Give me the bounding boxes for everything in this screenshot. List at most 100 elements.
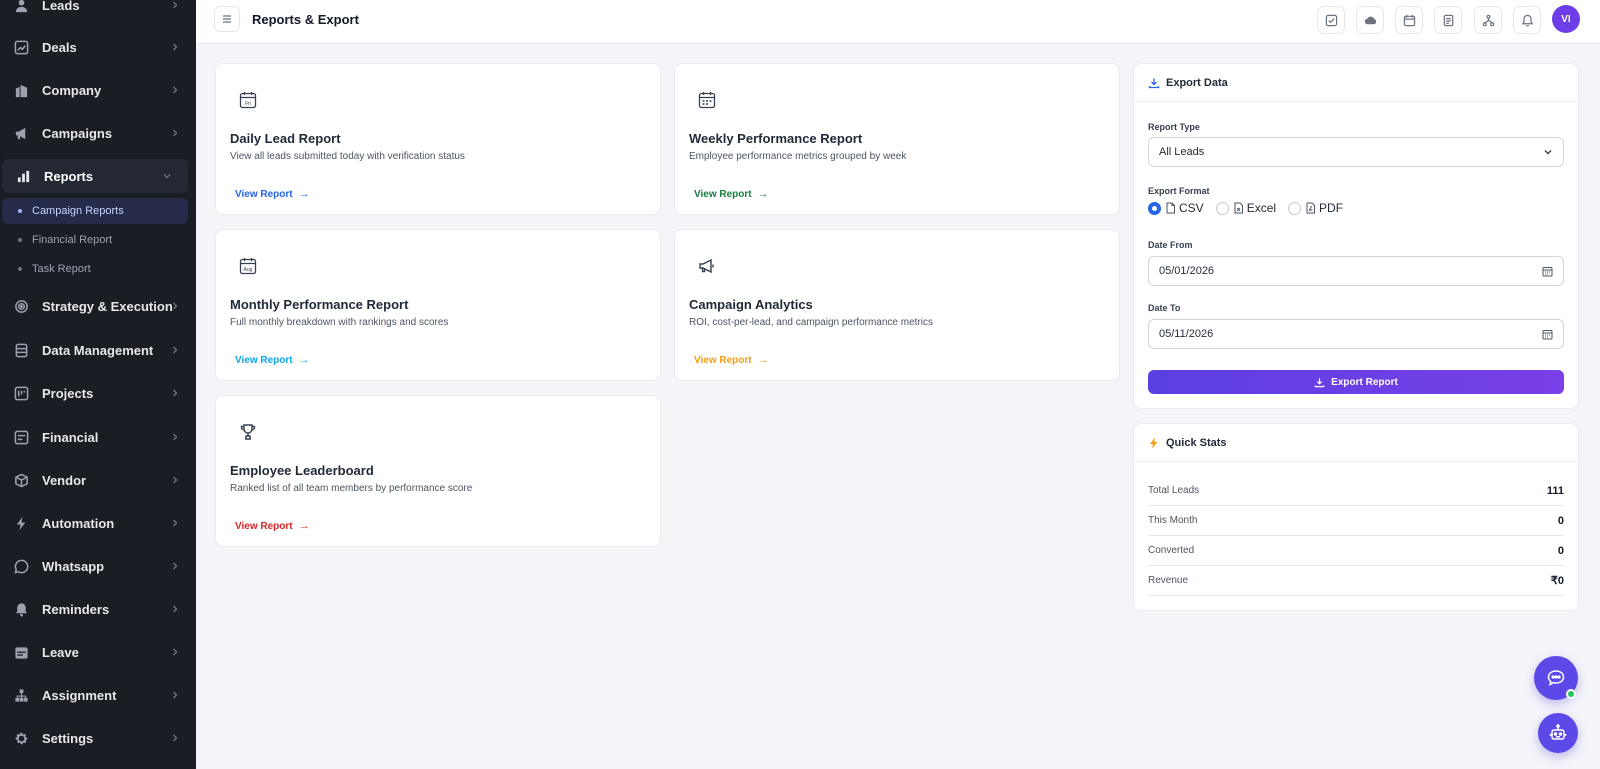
sidebar-item-automation[interactable]: Automation bbox=[0, 506, 196, 540]
notifications-button[interactable] bbox=[1513, 6, 1541, 34]
export-data-panel: Export Data Report Type All Leads Export… bbox=[1133, 63, 1579, 409]
chevron-right-icon bbox=[173, 605, 178, 613]
calendar-month-icon: Aug bbox=[238, 256, 258, 276]
sidebar-subitem-task-report[interactable]: Task Report bbox=[2, 256, 188, 282]
menu-toggle-button[interactable] bbox=[214, 6, 240, 32]
notes-button[interactable] bbox=[1434, 6, 1462, 34]
chevron-right-icon bbox=[173, 519, 178, 527]
gear-icon bbox=[12, 729, 30, 747]
chevron-down-icon bbox=[163, 174, 171, 179]
report-title: Monthly Performance Report bbox=[230, 297, 409, 312]
report-title: Campaign Analytics bbox=[689, 297, 813, 312]
sidebar: Leads Deals Company Campaigns Reports Ca… bbox=[0, 0, 196, 769]
bolt-icon bbox=[12, 514, 30, 532]
report-type-label: Report Type bbox=[1148, 122, 1200, 132]
format-option-csv[interactable]: CSV bbox=[1148, 201, 1204, 215]
sidebar-subitem-label: Campaign Reports bbox=[32, 205, 124, 217]
svg-text:Fri: Fri bbox=[245, 101, 251, 107]
sidebar-item-strategy-execution[interactable]: Strategy & Execution bbox=[0, 289, 196, 323]
sidebar-item-reminders[interactable]: Reminders bbox=[0, 592, 196, 626]
format-radio-csv[interactable] bbox=[1148, 201, 1161, 215]
sidebar-item-label: Assignment bbox=[42, 687, 117, 703]
format-radio-pdf[interactable] bbox=[1288, 201, 1302, 215]
pdf-file-icon bbox=[1306, 202, 1316, 214]
sidebar-item-assignment[interactable]: Assignment bbox=[0, 678, 196, 712]
view-report-link[interactable]: View Report → bbox=[694, 354, 769, 366]
format-radio-excel[interactable] bbox=[1215, 201, 1229, 215]
chevron-right-icon bbox=[173, 389, 178, 397]
sidebar-item-company[interactable]: Company bbox=[0, 73, 196, 107]
tasks-button[interactable] bbox=[1317, 6, 1345, 34]
view-report-link[interactable]: View Report → bbox=[235, 188, 310, 200]
sidebar-item-settings[interactable]: Settings bbox=[0, 721, 196, 755]
stat-row-this-month: This Month 0 bbox=[1148, 506, 1564, 536]
report-title: Weekly Performance Report bbox=[689, 131, 863, 146]
report-description: View all leads submitted today with veri… bbox=[230, 151, 465, 162]
sidebar-item-data-management[interactable]: Data Management bbox=[0, 333, 196, 367]
sidebar-item-vendor[interactable]: Vendor bbox=[0, 463, 196, 497]
bullet-icon bbox=[18, 209, 22, 213]
sidebar-item-reports[interactable]: Reports bbox=[2, 159, 188, 193]
bell-icon bbox=[1521, 14, 1533, 27]
svg-text:Aug: Aug bbox=[244, 267, 253, 273]
sidebar-item-campaigns[interactable]: Campaigns bbox=[0, 116, 196, 150]
quick-stats-header: Quick Stats bbox=[1134, 424, 1578, 462]
date-to-label: Date To bbox=[1148, 303, 1181, 313]
view-report-link[interactable]: View Report → bbox=[235, 354, 310, 366]
sidebar-item-label: Leave bbox=[42, 644, 79, 660]
date-from-input[interactable]: 05/01/2026 bbox=[1148, 256, 1564, 286]
date-to-input[interactable]: 05/11/2026 bbox=[1148, 319, 1564, 349]
stat-value: 0 bbox=[1557, 514, 1564, 527]
chevron-down-icon bbox=[1544, 150, 1552, 155]
chart-line-icon bbox=[12, 38, 30, 56]
view-report-link[interactable]: View Report → bbox=[694, 188, 769, 200]
sidebar-subitem-financial-report[interactable]: Financial Report bbox=[2, 227, 188, 253]
chevron-right-icon bbox=[173, 433, 178, 441]
chevron-right-icon bbox=[173, 691, 178, 699]
avatar[interactable]: VI bbox=[1552, 5, 1580, 33]
building-icon bbox=[12, 81, 30, 99]
calendar-day-icon: Fri bbox=[238, 90, 258, 110]
chevron-right-icon bbox=[173, 86, 178, 94]
report-type-select[interactable]: All Leads bbox=[1148, 137, 1564, 167]
document-icon bbox=[1443, 14, 1453, 26]
sidebar-subitem-campaign-reports[interactable]: Campaign Reports bbox=[2, 198, 188, 224]
calendar-icon[interactable] bbox=[1542, 329, 1553, 340]
sidebar-item-leave[interactable]: Leave bbox=[0, 635, 196, 669]
bell-icon bbox=[12, 600, 30, 618]
export-report-button[interactable]: Export Report bbox=[1148, 370, 1564, 394]
date-to-value: 05/11/2026 bbox=[1159, 328, 1214, 340]
calendar-icon[interactable] bbox=[1542, 266, 1553, 277]
stat-value: 111 bbox=[1546, 484, 1564, 497]
report-card-employee-leaderboard[interactable]: Employee Leaderboard Ranked list of all … bbox=[215, 395, 661, 547]
report-card-weekly-performance[interactable]: Weekly Performance Report Employee perfo… bbox=[674, 63, 1120, 215]
chevron-right-icon bbox=[173, 346, 178, 354]
org-chart-button[interactable] bbox=[1474, 6, 1502, 34]
report-card-monthly-performance[interactable]: Aug Monthly Performance Report Full mont… bbox=[215, 229, 661, 381]
target-icon bbox=[12, 297, 30, 315]
sidebar-item-label: Projects bbox=[42, 385, 94, 401]
view-report-label: View Report bbox=[235, 354, 293, 366]
report-card-campaign-analytics[interactable]: Campaign Analytics ROI, cost-per-lead, a… bbox=[674, 229, 1120, 381]
sidebar-item-leads[interactable]: Leads bbox=[0, 0, 196, 22]
sidebar-item-label: Campaigns bbox=[42, 125, 113, 141]
view-report-link[interactable]: View Report → bbox=[235, 520, 310, 532]
sidebar-item-whatsapp[interactable]: Whatsapp bbox=[0, 549, 196, 583]
view-report-label: View Report bbox=[235, 188, 293, 200]
stat-label: This Month bbox=[1148, 515, 1198, 526]
sidebar-item-deals[interactable]: Deals bbox=[0, 30, 196, 64]
sidebar-item-projects[interactable]: Projects bbox=[0, 376, 196, 410]
format-option-excel[interactable]: Excel bbox=[1215, 201, 1276, 215]
sidebar-item-financial[interactable]: Financial bbox=[0, 420, 196, 454]
project-icon bbox=[12, 384, 30, 402]
report-card-daily-lead[interactable]: Fri Daily Lead Report View all leads sub… bbox=[215, 63, 661, 215]
stat-row-total-leads: Total Leads 111 bbox=[1148, 476, 1564, 506]
bot-assistant-button[interactable] bbox=[1538, 713, 1578, 753]
cloud-button[interactable] bbox=[1356, 6, 1384, 34]
calendar-button[interactable] bbox=[1395, 6, 1423, 34]
format-option-pdf[interactable]: PDF bbox=[1288, 201, 1343, 215]
report-description: ROI, cost-per-lead, and campaign perform… bbox=[689, 317, 933, 328]
sidebar-item-label: Company bbox=[42, 82, 102, 98]
export-format-label: Export Format bbox=[1148, 186, 1210, 196]
chevron-right-icon bbox=[173, 734, 178, 742]
